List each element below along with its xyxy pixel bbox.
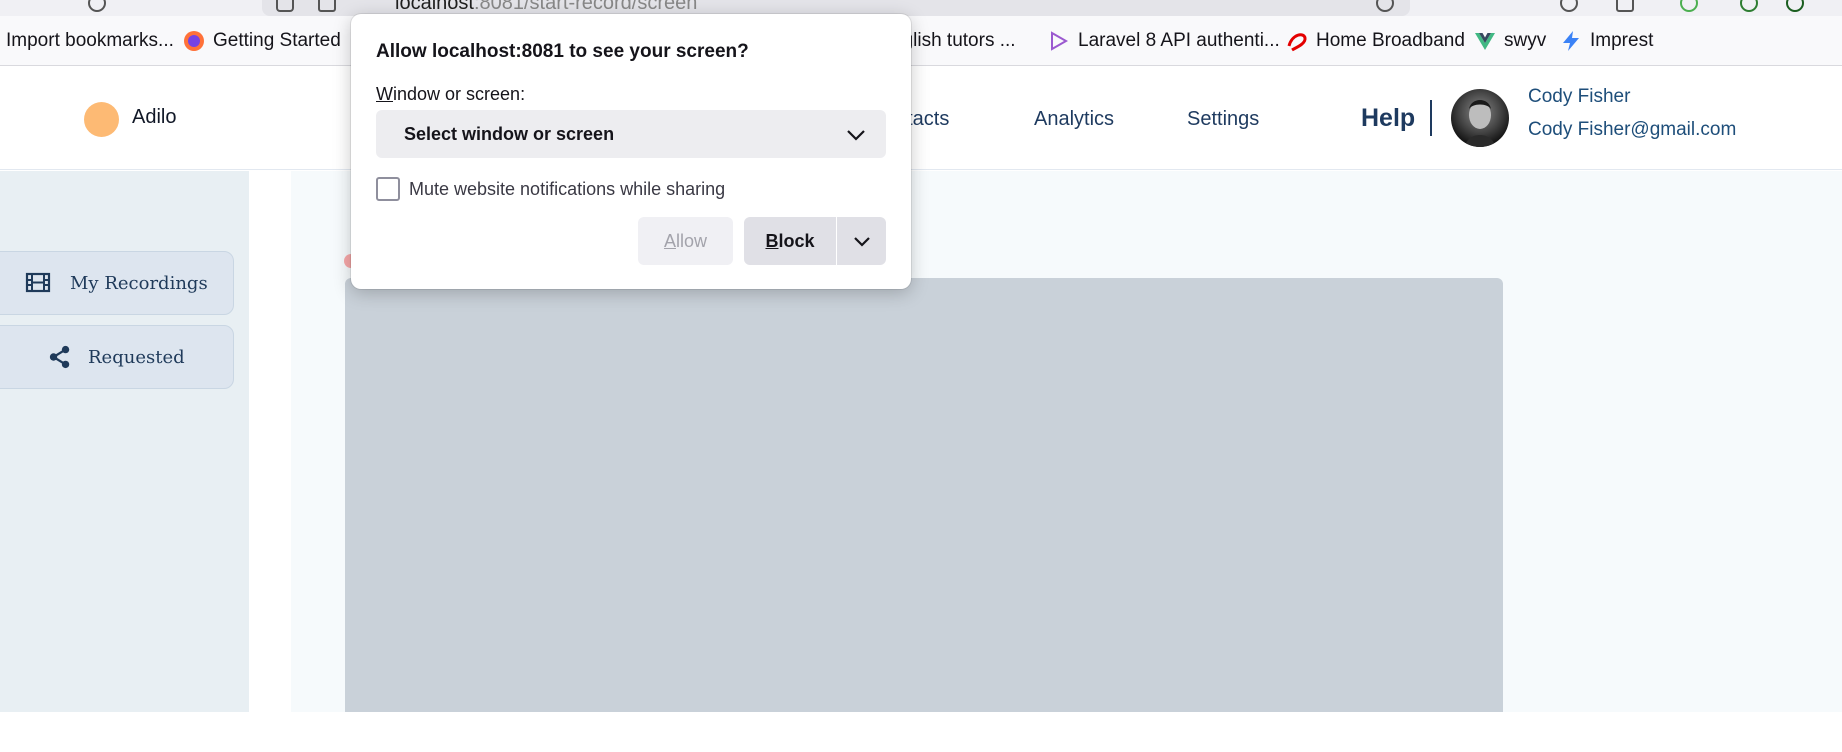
- extension-shield-icon[interactable]: [1786, 0, 1804, 12]
- bookmark-laravel[interactable]: Laravel 8 API authenti...: [1048, 30, 1280, 52]
- bookmark-label: Getting Started: [213, 30, 341, 51]
- avatar[interactable]: [1451, 89, 1509, 147]
- chevron-down-icon: [847, 130, 865, 141]
- page-bottom: [0, 712, 1842, 752]
- bookmark-label: swyv: [1504, 30, 1547, 51]
- sidebar-item-requested[interactable]: Requested: [0, 325, 234, 389]
- extension-vpn-icon[interactable]: [1740, 0, 1758, 12]
- film-icon: [25, 272, 51, 293]
- mute-notifications-checkbox[interactable]: [376, 177, 400, 201]
- bookmark-label: Imprest: [1590, 30, 1654, 51]
- screen-preview: [345, 278, 1503, 712]
- user-email: Cody Fisher@gmail.com: [1528, 119, 1737, 140]
- screen-share-permission-dialog: Allow localhost:8081 to see your screen?…: [351, 14, 911, 289]
- airtel-icon: [1287, 33, 1307, 52]
- sidebar: My Recordings Requested: [0, 171, 249, 712]
- block-options-dropdown[interactable]: [837, 217, 886, 265]
- logo-icon: [84, 102, 119, 137]
- sidebar-item-label: Requested: [88, 347, 185, 368]
- bookmark-getting-started[interactable]: Getting Started: [183, 30, 341, 52]
- label-text: indow or screen:: [393, 84, 526, 104]
- bookmarks-bar: Import bookmarks... Getting Started ngli…: [0, 16, 1842, 66]
- chevron-down-icon: [853, 237, 870, 247]
- bookmark-label: Import bookmarks...: [6, 30, 174, 51]
- shield-icon[interactable]: [276, 0, 294, 12]
- firefox-icon: [184, 31, 204, 51]
- laravel-icon: [1051, 31, 1069, 51]
- url-text[interactable]: localhost:8081/start-record/screen: [395, 0, 697, 15]
- block-button[interactable]: Block: [744, 217, 836, 265]
- browser-toolbar: localhost:8081/start-record/screen: [0, 0, 1842, 16]
- window-or-screen-select[interactable]: Select window or screen: [376, 110, 886, 158]
- accesskey-letter: B: [765, 230, 779, 251]
- bookmark-import[interactable]: Import bookmarks...: [6, 30, 174, 52]
- sidebar-item-label: My Recordings: [70, 273, 208, 294]
- user-name[interactable]: Cody Fisher: [1528, 86, 1630, 108]
- nav-settings[interactable]: Settings: [1187, 108, 1259, 131]
- window-or-screen-label: Window or screen:: [376, 84, 525, 105]
- mute-notifications-label[interactable]: Mute website notifications while sharing: [409, 179, 725, 200]
- bookmark-label: Laravel 8 API authenti...: [1078, 30, 1280, 51]
- vue-icon: [1475, 33, 1495, 50]
- bookmark-label: Home Broadband: [1316, 30, 1465, 51]
- help-link[interactable]: Help: [1361, 104, 1415, 133]
- share-icon: [49, 345, 70, 369]
- bolt-icon: [1563, 31, 1579, 51]
- accesskey-letter: W: [376, 84, 393, 104]
- logo-text[interactable]: Adilo: [132, 106, 176, 129]
- header-divider: [1430, 100, 1432, 136]
- button-text: lock: [778, 230, 815, 251]
- extension-icon[interactable]: [1560, 0, 1578, 12]
- permission-title: Allow localhost:8081 to see your screen?: [376, 41, 749, 62]
- app-header: Adilo ntacts Analytics Settings Help Cod…: [0, 67, 1842, 170]
- bookmark-impress[interactable]: Imprest: [1560, 30, 1653, 52]
- page-info-icon[interactable]: [318, 0, 336, 12]
- extension-green-icon[interactable]: [1680, 0, 1698, 12]
- button-text: llow: [676, 230, 708, 251]
- reload-icon[interactable]: [88, 0, 106, 12]
- pocket-icon[interactable]: [1616, 0, 1634, 12]
- bookmark-swyv[interactable]: swyv: [1474, 30, 1546, 52]
- bookmark-home-broadband[interactable]: Home Broadband: [1286, 30, 1465, 52]
- allow-button[interactable]: Allow: [638, 217, 733, 265]
- select-value: Select window or screen: [404, 124, 615, 144]
- avatar-photo: [1465, 100, 1495, 147]
- accesskey-letter: A: [663, 230, 676, 251]
- nav-analytics[interactable]: Analytics: [1034, 108, 1114, 131]
- sidebar-item-my-recordings[interactable]: My Recordings: [0, 251, 234, 315]
